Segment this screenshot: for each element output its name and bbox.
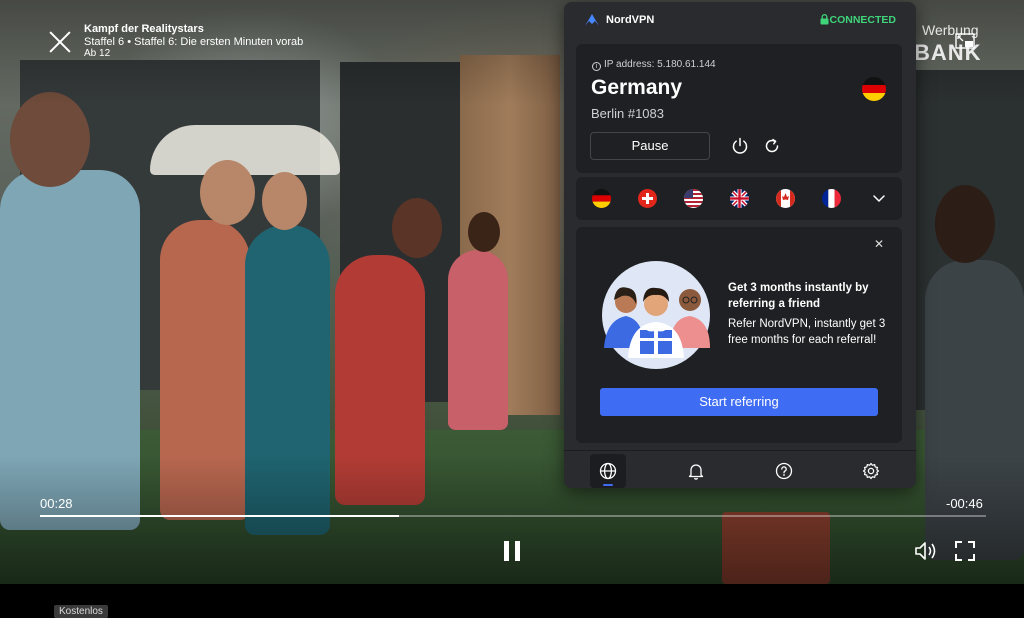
power-icon[interactable] <box>731 137 749 155</box>
referral-promo-card: ✕ Get 3 months instantly by referring a … <box>576 227 902 443</box>
nav-settings[interactable] <box>853 454 889 488</box>
globe-icon <box>599 462 617 480</box>
progress-fill <box>40 515 400 517</box>
close-button[interactable] <box>48 30 72 54</box>
age-rating: Ab 12 <box>84 48 111 59</box>
time-remaining: -00:46 <box>946 496 983 511</box>
show-title: Kampf der Realitystars <box>84 23 204 35</box>
picture-in-picture-icon[interactable] <box>955 33 975 49</box>
pause-bar <box>504 541 509 561</box>
germany-flag-icon <box>862 77 886 101</box>
chevron-down-icon[interactable] <box>872 191 886 205</box>
ip-address-text: IP address: 5.180.61.144 <box>604 59 716 70</box>
server-name: Berlin #1083 <box>591 106 664 121</box>
connection-status: CONNECTED <box>829 14 896 26</box>
nordvpn-logo-icon <box>585 14 599 26</box>
france-flag-icon[interactable] <box>822 189 841 208</box>
promo-title: Get 3 months instantly by referring a fr… <box>728 282 869 310</box>
start-referring-button[interactable]: Start referring <box>600 388 878 416</box>
country-name: Germany <box>591 76 683 99</box>
fullscreen-icon[interactable] <box>954 540 976 562</box>
referral-illustration <box>602 261 710 369</box>
united-states-flag-icon[interactable] <box>684 189 703 208</box>
pause-button[interactable] <box>504 541 522 561</box>
volume-icon[interactable] <box>914 540 938 562</box>
pause-bar <box>515 541 520 561</box>
ip-address: i IP address: 5.180.61.144 <box>592 59 716 71</box>
nav-countries[interactable] <box>590 454 626 488</box>
server-card: i IP address: 5.180.61.144 Germany Berlin… <box>576 44 902 173</box>
nav-help[interactable] <box>766 454 802 488</box>
progress-bar[interactable] <box>40 515 986 517</box>
lock-icon <box>820 14 829 25</box>
nordvpn-header: NordVPN CONNECTED <box>564 2 916 38</box>
nav-notifications[interactable] <box>678 454 714 488</box>
time-elapsed: 00:28 <box>40 496 73 511</box>
nordvpn-panel: NordVPN CONNECTED i IP address: 5.180.61.… <box>564 2 916 488</box>
free-badge: Kostenlos <box>54 605 108 618</box>
germany-flag-icon[interactable] <box>592 189 611 208</box>
nordvpn-bottom-nav <box>564 450 916 488</box>
vpn-pause-button[interactable]: Pause <box>590 132 710 160</box>
nav-active-indicator <box>603 484 613 486</box>
help-icon <box>775 462 793 480</box>
recent-countries <box>576 177 902 220</box>
united-kingdom-flag-icon[interactable] <box>730 189 749 208</box>
promo-body: Refer NordVPN, instantly get 3 free mont… <box>728 318 886 346</box>
nordvpn-brand: NordVPN <box>606 14 655 26</box>
episode-subtitle: Staffel 6 • Staffel 6: Die ersten Minute… <box>84 36 304 48</box>
info-icon: i <box>592 62 601 71</box>
promo-close-icon[interactable]: ✕ <box>874 237 884 251</box>
switzerland-flag-icon[interactable] <box>638 189 657 208</box>
canada-flag-icon[interactable] <box>776 189 795 208</box>
bell-icon <box>688 464 704 480</box>
settings-icon <box>862 462 880 480</box>
reconnect-icon[interactable] <box>764 138 780 154</box>
